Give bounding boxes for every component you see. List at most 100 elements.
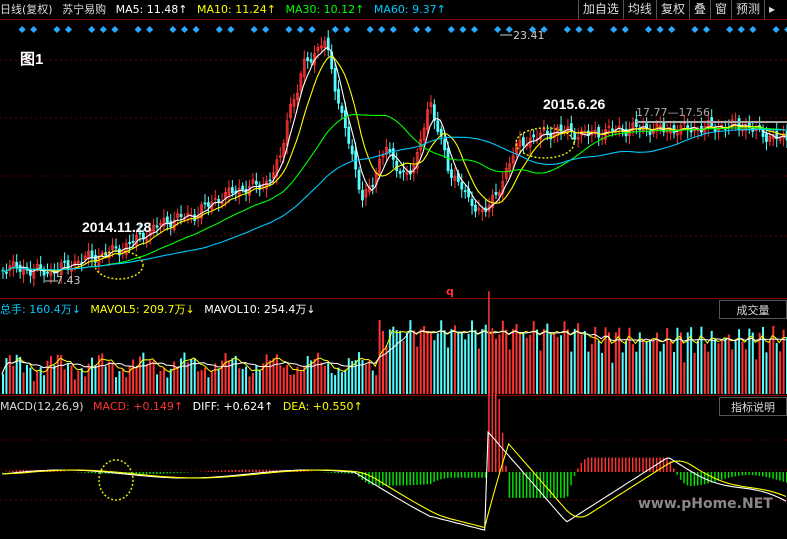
volume-bar [590,343,593,394]
macd-histogram-bar [477,472,480,478]
event-marker [668,25,676,34]
candle-body [128,242,132,245]
volume-bar [419,329,422,394]
macd-histogram-bar [518,472,521,498]
event-marker [494,25,502,34]
indicator-help-button[interactable]: 指标说明 [719,397,787,416]
volume-bar [114,377,117,394]
volume-bar [12,365,15,394]
macd-histogram-bar [775,472,778,480]
volume-bar [447,347,450,394]
macd-histogram-bar [159,472,161,474]
macd-histogram-bar [625,457,627,472]
candle-body [460,182,464,190]
event-marker [99,25,107,34]
macd-histogram-bar [2,472,4,473]
volume-bar [673,351,676,394]
candle-body [165,216,169,223]
macd-histogram-bar [56,471,59,472]
macd-histogram-bar [152,472,155,474]
macd-histogram-bar [255,469,257,472]
candle-body [443,139,447,151]
macd-histogram-bar [433,472,435,482]
volume-bar [299,371,302,394]
event-marker [378,25,386,34]
volume-bar [293,374,296,394]
macd-histogram-bar [553,472,555,498]
volume-bar [392,326,395,394]
macd-histogram-bar [645,457,648,472]
macd-histogram-bar [217,470,220,472]
macd-histogram-bar [611,457,613,472]
volume-bar [560,335,563,394]
macd-histogram-bar [659,457,661,472]
volume-bar [73,379,76,394]
volume-button[interactable]: 成交量 [719,300,787,319]
candle-body [343,110,347,129]
macd-histogram-bar [560,472,562,498]
macd-histogram-bar [162,472,165,474]
volume-bar [375,375,378,394]
macd-histogram-bar [649,457,651,472]
date-label-1: 2014.11.28 [82,219,152,235]
volume-bar [245,366,248,394]
candle-body [169,221,173,228]
volume-bar [566,329,569,394]
event-marker [586,25,595,34]
marker-label: q [446,285,454,298]
candle-body [131,240,135,243]
macd-histogram-bar [700,472,702,485]
mavol10-label: MAVOL10: 254.4万↓ [204,303,316,316]
volume-bar [720,338,723,394]
volume-bar [621,352,624,394]
volume-bar [197,371,200,394]
volume-bar [450,329,453,394]
candle-body [573,132,577,140]
macd-histogram-bar [772,472,774,479]
macd-histogram-bar [748,472,750,476]
candle-body [350,145,354,155]
chart-canvas[interactable] [0,0,787,539]
volume-bar [423,325,426,394]
macd-histogram-bar [577,468,579,472]
volume-bar [166,377,169,394]
volume-bar [539,350,542,394]
volume-bar [584,331,587,394]
macd-histogram-bar [683,472,685,484]
macd-histogram-bar [423,472,425,485]
macd-histogram-bar [337,472,340,474]
date-label-2: 2015.6.26 [543,96,606,112]
volume-bar [649,340,652,394]
candle-body [309,59,313,63]
macd-histogram-bar [214,470,216,472]
volume-bar [186,362,189,394]
volume-bar [779,351,782,394]
candle-body [751,129,755,132]
macd-histogram-bar [176,472,179,473]
macd-histogram-bar [724,472,726,479]
volume-bar [313,358,316,394]
volume-bar [145,364,148,394]
macd-histogram-bar [584,459,586,472]
macd-histogram-bar [614,457,617,472]
macd-histogram-bar [563,472,565,498]
volume-bar [207,377,210,394]
macd-histogram-bar [330,472,333,473]
macd-histogram-bar [388,472,391,486]
volume-bar [717,343,720,394]
macd-histogram-bar [549,472,552,498]
volume-bar [426,330,429,394]
volume-bar [29,367,32,394]
macd-histogram-bar [628,457,631,472]
volume-bar [662,343,665,394]
macd-histogram-bar [604,457,607,472]
candle-body [347,126,351,144]
macd-histogram-bar [731,472,733,478]
candle-body [5,271,8,274]
volume-bar [669,341,672,394]
event-marker [227,25,235,34]
volume-bar [358,352,361,394]
volume-bar [67,363,70,394]
volume-bar [464,339,467,394]
candle-body [39,264,43,269]
